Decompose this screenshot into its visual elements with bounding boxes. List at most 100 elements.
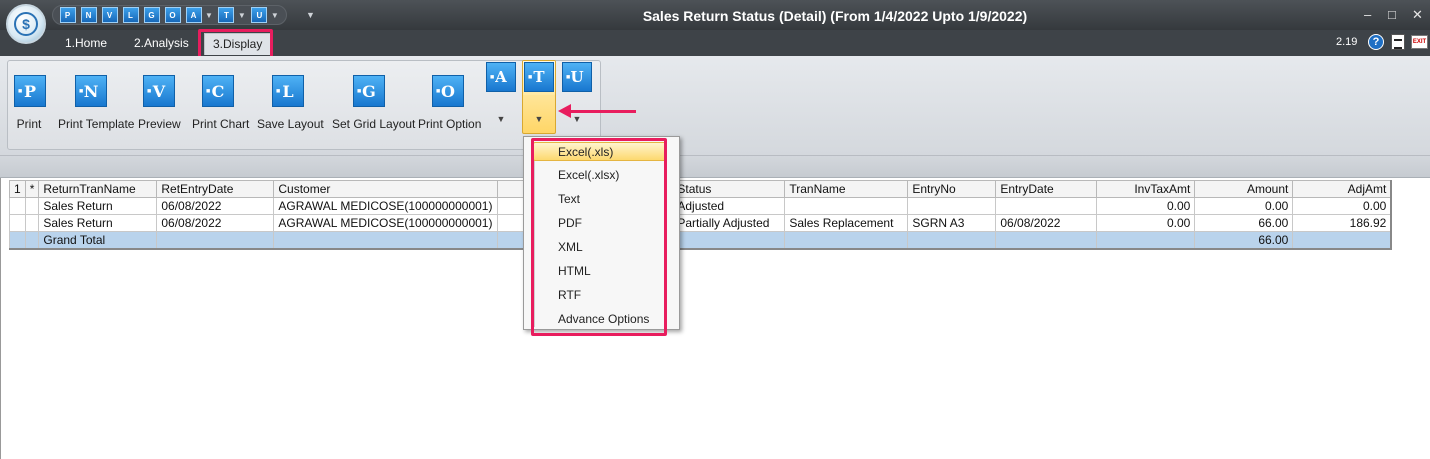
grand-total-row[interactable]: Grand Total 66.00 [9, 231, 1392, 249]
app-logo-icon: $ [14, 12, 38, 36]
table-cell [1096, 231, 1196, 249]
annotation-arrow [568, 110, 636, 113]
table-cell [24, 231, 40, 249]
data-grid: 1 * ReturnTranName RetEntryDate Customer… [0, 178, 1430, 459]
preview-icon: ■ V [143, 75, 175, 107]
set-grid-layout-label: Set Grid Layout [332, 117, 416, 131]
print-template-label: Print Template [58, 117, 135, 131]
table-cell: 0.00 [1096, 197, 1196, 215]
print-option-label: Print Option [418, 117, 482, 131]
u-icon: ■ U [562, 62, 592, 92]
column-header[interactable]: ReturnTranName [38, 180, 158, 198]
table-row[interactable]: Sales Return 06/08/2022 AGRAWAL MEDICOSE… [9, 214, 1392, 232]
table-cell: 06/08/2022 [156, 214, 275, 232]
save-layout-icon: ■ L [272, 75, 304, 107]
print-button[interactable]: ■ P Print [14, 75, 46, 131]
column-header[interactable]: Status [672, 180, 786, 198]
table-cell [9, 214, 26, 232]
table-cell [784, 231, 909, 249]
table-cell [24, 214, 40, 232]
table-row[interactable]: Sales Return 06/08/2022 AGRAWAL MEDICOSE… [9, 197, 1392, 215]
close-icon[interactable]: ✕ [1412, 7, 1423, 23]
table-cell: 06/08/2022 [156, 197, 275, 215]
preview-label: Preview [138, 117, 181, 131]
tab-highlight-box [198, 29, 273, 59]
preview-button[interactable]: ■ V Preview [138, 75, 181, 131]
table-cell [907, 197, 997, 215]
table-cell [907, 231, 997, 249]
title-bar: P N V L G O A ▼ T ▼ U ▼ ▼ Sales Return S… [0, 0, 1430, 30]
table-cell: Grand Total [38, 231, 158, 249]
column-header[interactable]: EntryDate [995, 180, 1098, 198]
table-header-row: 1 * ReturnTranName RetEntryDate Customer… [9, 180, 1392, 198]
maximize-icon[interactable]: □ [1388, 7, 1396, 22]
table-cell: Adjusted [672, 197, 786, 215]
a-split-button[interactable]: ■ A ▼ [486, 62, 516, 124]
a-icon: ■ A [486, 62, 516, 92]
print-template-icon: ■ N [75, 75, 107, 107]
print-label: Print [16, 117, 42, 131]
tab-home[interactable]: 1.Home [57, 33, 115, 55]
table-cell [9, 197, 26, 215]
table-cell [24, 197, 40, 215]
table-cell [273, 231, 499, 249]
report-table: 1 * ReturnTranName RetEntryDate Customer… [9, 180, 1392, 249]
print-template-button[interactable]: ■ N Print Template [58, 75, 135, 131]
column-header[interactable]: InvTaxAmt [1096, 180, 1196, 198]
exit-icon[interactable]: EXIT [1411, 35, 1428, 49]
save-layout-button[interactable]: ■ L Save Layout [257, 75, 324, 131]
column-header[interactable]: Amount [1194, 180, 1294, 198]
table-cell [156, 231, 275, 249]
annotation-arrow-head [558, 104, 571, 118]
table-cell [672, 231, 786, 249]
table-cell: AGRAWAL MEDICOSE(100000000001) [273, 197, 499, 215]
print-option-button[interactable]: ■ O Print Option [418, 75, 482, 131]
export-split-button[interactable]: ■ T ▼ [524, 62, 554, 124]
set-grid-layout-button[interactable]: ■ G Set Grid Layout [332, 75, 416, 131]
table-cell: SGRN A3 [907, 214, 997, 232]
print-option-icon: ■ O [432, 75, 464, 107]
help-icon[interactable]: ? [1368, 34, 1384, 50]
print-chart-button[interactable]: ■ C Print Chart [192, 75, 250, 131]
column-header[interactable]: Customer [273, 180, 499, 198]
table-cell: Sales Return [38, 214, 158, 232]
menu-highlight-box [531, 138, 667, 336]
app-logo[interactable]: $ [6, 4, 46, 44]
group-by-strip [0, 156, 1430, 178]
table-cell [784, 197, 909, 215]
save-layout-label: Save Layout [257, 117, 324, 131]
table-cell [9, 231, 26, 249]
notes-icon[interactable] [1391, 34, 1405, 50]
table-cell [1292, 231, 1392, 249]
column-header[interactable]: RetEntryDate [156, 180, 275, 198]
table-cell: 0.00 [1096, 214, 1196, 232]
window-title: Sales Return Status (Detail) (From 1/4/2… [642, 8, 1028, 24]
print-chart-icon: ■ C [202, 75, 234, 107]
table-cell: 06/08/2022 [995, 214, 1098, 232]
table-cell: 66.00 [1194, 214, 1294, 232]
chevron-down-icon[interactable]: ▼ [486, 114, 516, 124]
export-icon: ■ T [524, 62, 554, 92]
table-cell: AGRAWAL MEDICOSE(100000000001) [273, 214, 499, 232]
table-cell: Sales Return [38, 197, 158, 215]
table-cell [995, 197, 1098, 215]
column-header[interactable]: EntryNo [907, 180, 997, 198]
print-chart-label: Print Chart [192, 117, 250, 131]
minimize-icon[interactable]: – [1364, 7, 1371, 22]
table-cell: Partially Adjusted [672, 214, 786, 232]
print-icon: ■ P [14, 75, 46, 107]
table-cell: 186.92 [1292, 214, 1392, 232]
export-dropdown-chevron-icon[interactable]: ▼ [524, 114, 554, 124]
column-header[interactable]: * [24, 180, 40, 198]
tab-analysis[interactable]: 2.Analysis [126, 33, 197, 55]
ribbon-panel: ■ P Print ■ N Print Template ■ V Preview ■ C… [0, 56, 1430, 156]
table-cell: 66.00 [1194, 231, 1294, 249]
table-cell: Sales Replacement [784, 214, 909, 232]
column-header[interactable]: AdjAmt [1292, 180, 1392, 198]
table-cell: 0.00 [1292, 197, 1392, 215]
column-header[interactable]: TranName [784, 180, 909, 198]
table-cell [995, 231, 1098, 249]
set-grid-layout-icon: ■ G [353, 75, 385, 107]
column-header[interactable]: 1 [9, 180, 26, 198]
table-cell: 0.00 [1194, 197, 1294, 215]
